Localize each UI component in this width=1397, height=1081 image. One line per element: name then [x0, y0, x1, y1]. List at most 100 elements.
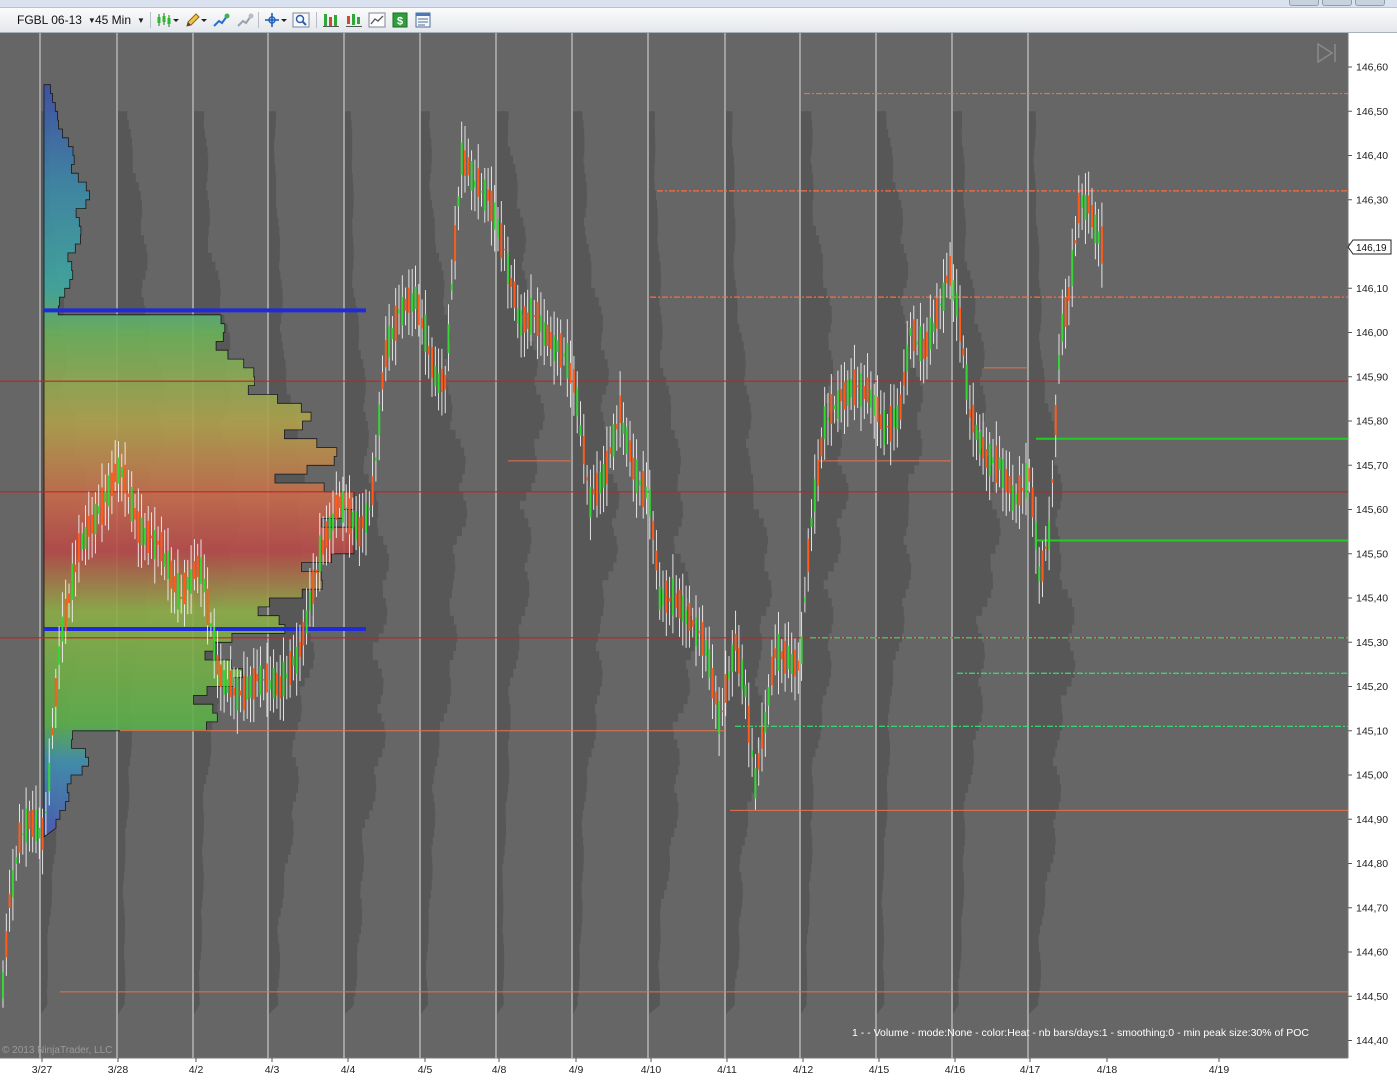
candle-body: [658, 586, 661, 610]
candle-body: [407, 287, 410, 313]
candle-body: [764, 712, 767, 733]
candle-body: [530, 297, 532, 335]
candle-body: [503, 248, 506, 251]
candle-body: [638, 480, 641, 486]
candle-body: [104, 491, 107, 503]
candle-body: [229, 670, 232, 698]
bar-type-icon[interactable]: [156, 11, 180, 29]
candle-body: [813, 478, 816, 512]
date-tick-label: 4/4: [341, 1064, 356, 1076]
candle-body: [1041, 550, 1044, 582]
candle-body: [279, 676, 282, 699]
indicator-label: 1 - - Volume - mode:None - color:Heat - …: [852, 1027, 1309, 1039]
candle-body: [256, 673, 259, 682]
candle-body: [77, 533, 80, 563]
candle-body: [110, 472, 113, 497]
candle-body: [289, 650, 292, 685]
candle-body: [186, 576, 189, 590]
price-tick-label: 145,40: [1356, 593, 1388, 605]
candle-body: [371, 476, 374, 506]
candle-body: [467, 157, 470, 176]
candle-body: [1028, 467, 1031, 482]
price-tick-label: 145,50: [1356, 548, 1388, 560]
candle-body: [58, 646, 61, 665]
chart-panel[interactable]: 146,60146,50146,40146,30146,20146,10146,…: [0, 33, 1397, 1081]
candle-body: [965, 364, 968, 400]
properties-icon[interactable]: [322, 11, 340, 29]
candle-body: [266, 663, 268, 693]
maximize-button[interactable]: [1322, 0, 1352, 6]
candle-body: [876, 396, 879, 423]
interval-selector[interactable]: 45 Min ▼: [92, 11, 145, 29]
candle-body: [516, 308, 519, 324]
candle-body: [1031, 487, 1034, 518]
crosshair-icon[interactable]: [264, 11, 288, 29]
candle-body: [147, 520, 150, 554]
window-title-bar: [0, 0, 1397, 8]
minimize-button[interactable]: [1289, 0, 1319, 6]
candle-body: [101, 487, 103, 525]
candle-body: [318, 535, 321, 573]
zoom-icon[interactable]: [292, 11, 310, 29]
candle-body: [361, 515, 364, 529]
candle-body: [358, 517, 361, 547]
candle-body: [761, 726, 763, 749]
candle-body: [959, 307, 961, 342]
candle-body: [414, 286, 417, 309]
remove-indicator-icon[interactable]: [236, 11, 254, 29]
add-indicator-icon[interactable]: [212, 11, 230, 29]
candle-body: [850, 378, 853, 398]
candle-body: [754, 767, 757, 799]
close-button[interactable]: [1355, 0, 1385, 6]
candle-body: [1025, 462, 1027, 499]
strategies-icon[interactable]: [345, 11, 363, 29]
data-box-icon[interactable]: [414, 11, 432, 29]
candle-body: [1071, 250, 1074, 287]
candle-body: [322, 539, 325, 555]
candle-body: [487, 189, 490, 201]
candle-body: [543, 322, 546, 346]
candle-body: [107, 475, 110, 507]
candle-body: [167, 550, 169, 580]
candle-body: [203, 578, 206, 593]
price-tick-label: 144,60: [1356, 947, 1388, 959]
candle-body: [163, 553, 166, 567]
candle-body: [731, 644, 734, 673]
candle-body: [365, 502, 367, 533]
candle-body: [721, 710, 724, 713]
price-tick-label: 144,40: [1356, 1035, 1388, 1047]
candle-body: [368, 507, 371, 511]
candle-body: [1001, 458, 1004, 488]
candle-body: [454, 225, 457, 262]
candle-body: [417, 294, 420, 326]
candle-body: [556, 340, 559, 352]
candle-body: [348, 498, 351, 535]
candle-body: [173, 576, 176, 593]
date-tick-label: 3/28: [108, 1064, 129, 1076]
price-tick-label: 144,70: [1356, 902, 1388, 914]
candle-body: [704, 640, 707, 656]
candle-body: [652, 520, 655, 540]
candle-body: [216, 655, 219, 675]
candle-body: [579, 425, 582, 436]
price-chart[interactable]: 146,60146,50146,40146,30146,20146,10146,…: [0, 33, 1397, 1081]
instrument-selector[interactable]: FGBL 06-13 ▼: [14, 11, 96, 29]
candle-body: [1097, 231, 1100, 244]
candle-body: [688, 603, 691, 631]
candle-body: [315, 569, 318, 574]
dollar-icon[interactable]: $: [391, 11, 409, 29]
candle-body: [506, 253, 509, 285]
chart-data-icon[interactable]: [368, 11, 386, 29]
candle-body: [1081, 195, 1084, 208]
date-tick-label: 3/27: [32, 1064, 53, 1076]
candle-body: [223, 669, 226, 695]
candle-body: [833, 404, 836, 410]
date-tick-label: 4/17: [1020, 1064, 1041, 1076]
pencil-draw-icon[interactable]: [184, 11, 208, 29]
candle-body: [939, 303, 942, 306]
candle-body: [629, 440, 631, 462]
candle-body: [780, 651, 783, 660]
candle-body: [460, 142, 463, 175]
candle-body: [87, 515, 90, 537]
candle-body: [1084, 195, 1087, 220]
